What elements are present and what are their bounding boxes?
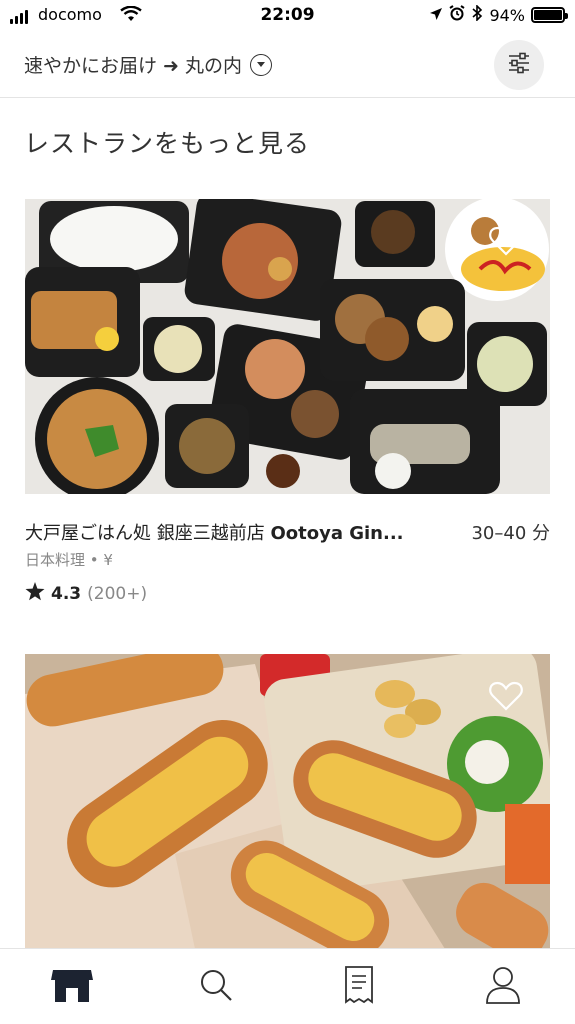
restaurant-name-jp: 大戸屋ごはん処 銀座三越前店 [25,523,271,544]
heart-icon[interactable] [489,681,523,715]
restaurant-rating: 4.3 (200+) [25,582,147,606]
location-arrow-icon [429,6,443,25]
filter-button[interactable] [494,40,544,90]
restaurant-card[interactable] [25,654,550,949]
sliders-icon [507,52,531,78]
rating-score: 4.3 [51,584,82,604]
battery-percentage: 94% [489,5,525,25]
tab-home[interactable] [0,949,144,1024]
heart-icon[interactable] [489,226,523,260]
tab-search[interactable] [144,949,288,1024]
restaurant-name-en: Ootoya Gin... [270,523,404,544]
alarm-icon [449,5,465,25]
battery-icon [531,7,568,23]
star-icon [25,582,45,606]
user-icon [485,966,521,1008]
review-count: (200+) [87,584,148,604]
bottom-tab-bar [0,948,575,1024]
chevron-down-icon[interactable] [250,53,272,76]
restaurant-photo [25,199,550,494]
store-icon [50,968,93,1006]
restaurant-category: 日本料理 • ¥ [25,551,113,569]
status-bar: docomo 22:09 94% [0,0,575,34]
tab-orders[interactable] [288,949,432,1024]
restaurant-photo [25,654,550,949]
app-header: 速やかにお届け ➜ 丸の内 [0,34,575,98]
search-icon [198,967,234,1007]
receipt-icon [344,965,374,1008]
tab-account[interactable] [431,949,575,1024]
app-screen: docomo 22:09 94% 速やかにお届け ➜ 丸の内 レストランをもっと… [0,0,575,1024]
delivery-location-selector[interactable]: 速やかにお届け ➜ 丸の内 [24,51,272,78]
bluetooth-icon [471,4,483,25]
delivery-time: 30–40 分 [471,523,550,544]
restaurant-name[interactable]: 大戸屋ごはん処 銀座三越前店 Ootoya Gin... [25,519,404,545]
restaurant-card[interactable]: 大戸屋ごはん処 銀座三越前店 Ootoya Gin... 30–40 分 日本料… [25,199,550,604]
delivery-location-label: 速やかにお届け ➜ 丸の内 [24,55,242,77]
section-title: レストランをもっと見る [24,129,311,158]
